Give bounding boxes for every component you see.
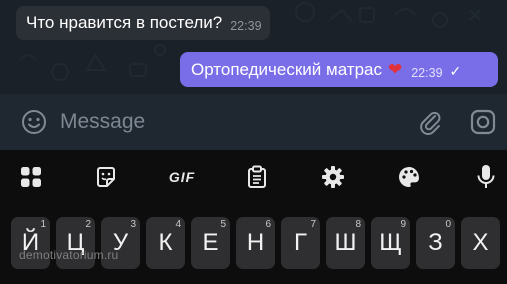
key-letter: Г — [294, 229, 307, 256]
microphone-icon[interactable] — [473, 164, 499, 190]
chat-area: Что нравится в постели? 22:39 Ортопедиче… — [0, 0, 507, 94]
key-ш[interactable]: 8Ш — [326, 217, 365, 269]
outgoing-message-bubble[interactable]: Ортопедический матрас ❤ 22:39 ✓ — [180, 52, 498, 87]
key-number-hint: 4 — [175, 219, 181, 230]
incoming-message-bubble[interactable]: Что нравится в постели? 22:39 — [16, 6, 270, 40]
key-number-hint: 8 — [355, 219, 361, 230]
settings-gear-icon[interactable] — [320, 164, 346, 190]
single-check-icon: ✓ — [449, 63, 462, 79]
key-щ[interactable]: 9Щ — [371, 217, 410, 269]
key-к[interactable]: 4К — [146, 217, 185, 269]
palette-icon[interactable] — [396, 164, 422, 190]
message-composer — [0, 94, 507, 150]
apps-grid-icon[interactable] — [18, 164, 44, 190]
key-letter: К — [158, 229, 173, 256]
incoming-message-text: Что нравится в постели? — [26, 13, 223, 32]
watermark: demotivatorium.ru — [19, 248, 119, 262]
outgoing-message-time: 22:39 — [411, 65, 443, 80]
key-letter: Е — [202, 229, 219, 256]
key-letter: Х — [472, 229, 489, 256]
key-letter: Ш — [334, 229, 357, 256]
message-input[interactable] — [60, 107, 380, 137]
keyboard-toolbar: GIF — [0, 150, 507, 205]
key-number-hint: 2 — [85, 219, 91, 230]
instagram-camera-icon[interactable] — [469, 108, 497, 136]
key-х[interactable]: Х — [461, 217, 500, 269]
key-number-hint: 6 — [265, 219, 271, 230]
incoming-message-time: 22:39 — [230, 19, 262, 33]
emoji-icon[interactable] — [21, 109, 47, 135]
key-number-hint: 9 — [400, 219, 406, 230]
key-number-hint: 1 — [40, 219, 46, 230]
outgoing-message-text: Ортопедический матрас — [191, 59, 382, 79]
key-number-hint: 5 — [220, 219, 226, 230]
key-number-hint: 3 — [130, 219, 136, 230]
key-з[interactable]: 0З — [416, 217, 455, 269]
key-number-hint: 0 — [445, 219, 451, 230]
key-г[interactable]: 7Г — [281, 217, 320, 269]
key-н[interactable]: 6Н — [236, 217, 275, 269]
key-letter: Н — [246, 229, 265, 256]
heart-emoji-icon: ❤ — [387, 59, 403, 79]
key-letter: Щ — [379, 229, 402, 256]
gif-button[interactable]: GIF — [162, 164, 202, 190]
clipboard-icon[interactable] — [244, 164, 270, 190]
sticker-icon[interactable] — [93, 164, 119, 190]
paperclip-icon[interactable] — [416, 108, 444, 136]
keyboard-row: 1Й 2Ц 3У 4К 5Е 6Н 7Г 8Ш 9Щ 0З Х — [0, 205, 507, 284]
key-number-hint: 7 — [310, 219, 316, 230]
key-е[interactable]: 5Е — [191, 217, 230, 269]
key-letter: З — [428, 229, 443, 256]
